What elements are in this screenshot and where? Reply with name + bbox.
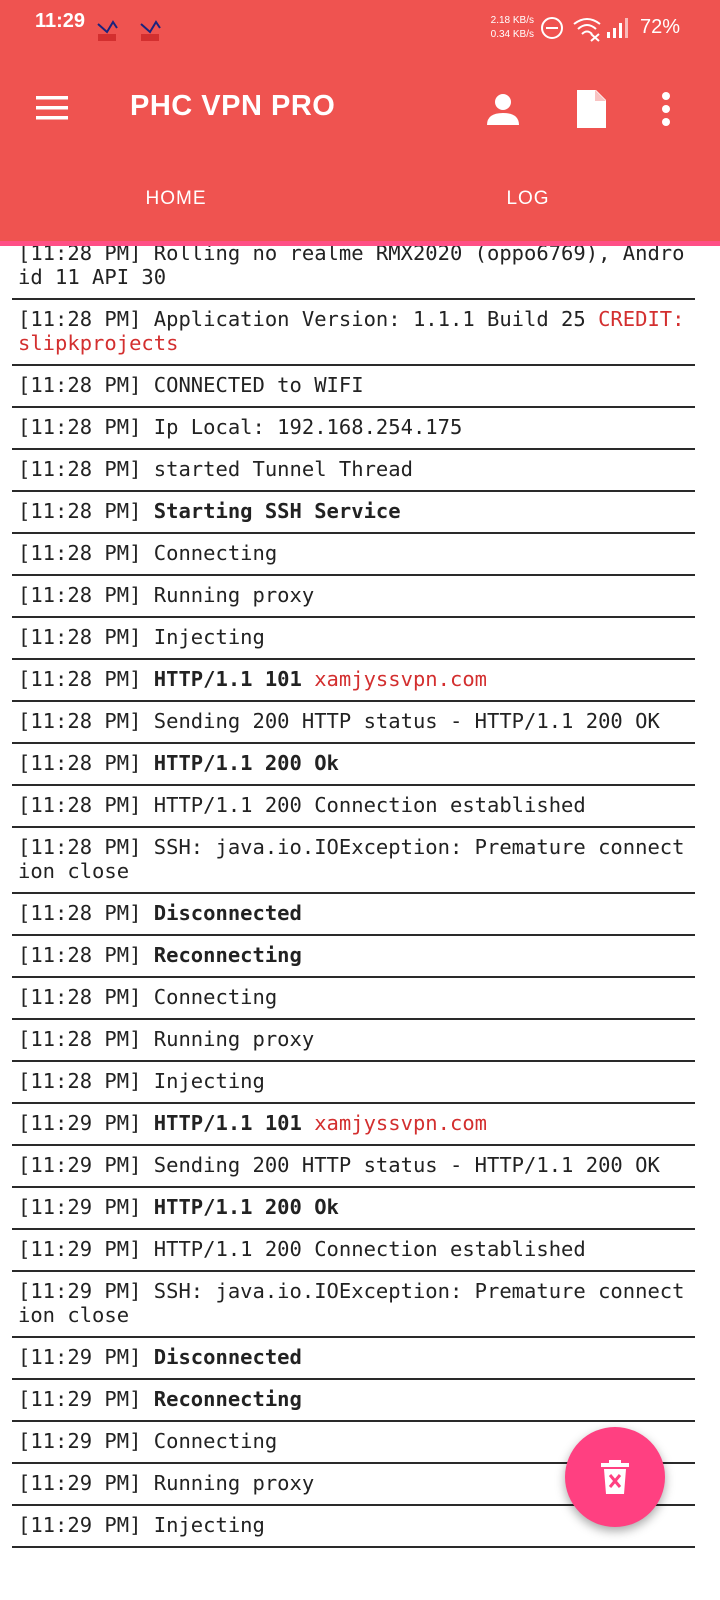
log-text: [11:29 PM] Running proxy: [18, 1471, 315, 1495]
log-text: [11:28 PM]: [18, 751, 154, 775]
more-vert-icon: [662, 92, 670, 126]
log-text: Disconnected: [153, 1345, 302, 1369]
log-text: [11:28 PM] Application Version: 1.1.1 Bu…: [18, 307, 599, 331]
log-entry: [11:28 PM] Injecting: [12, 618, 695, 660]
log-entry: [11:28 PM] Running proxy: [12, 1020, 695, 1062]
document-icon: [577, 90, 606, 128]
document-button[interactable]: [568, 86, 614, 132]
tab-home[interactable]: HOME: [76, 188, 276, 210]
log-text: [11:29 PM]: [18, 1387, 154, 1411]
network-speed: 2.18 KB/s 0.34 KB/s: [478, 14, 534, 42]
speed-down: 2.18 KB/s: [490, 15, 534, 26]
log-entry: [11:28 PM] started Tunnel Thread: [12, 450, 695, 492]
log-text: HTTP/1.1 101: [153, 667, 315, 691]
log-entry: [11:29 PM] SSH: java.io.IOException: Pre…: [12, 1272, 695, 1338]
log-entry: [11:28 PM] Disconnected: [12, 894, 695, 936]
tab-log[interactable]: LOG: [428, 188, 628, 210]
log-text: Disconnected: [153, 901, 302, 925]
app-title: PHC VPN PRO: [130, 90, 336, 122]
log-text: [11:28 PM] SSH: java.io.IOException: Pre…: [18, 835, 685, 883]
log-text: [11:29 PM]: [18, 1111, 154, 1135]
log-entry: [11:28 PM] HTTP/1.1 101 xamjyssvpn.com: [12, 660, 695, 702]
status-time: 11:29: [35, 10, 86, 32]
log-entry: [11:28 PM] Starting SSH Service: [12, 492, 695, 534]
log-text: [11:28 PM] started Tunnel Thread: [18, 457, 413, 481]
log-entry: [11:28 PM] Rolling no realme RMX2020 (op…: [12, 246, 695, 300]
log-text: [11:29 PM] Injecting: [18, 1513, 265, 1537]
log-text: [11:28 PM]: [18, 943, 154, 967]
log-entry: [11:29 PM] HTTP/1.1 200 Connection estab…: [12, 1230, 695, 1272]
log-entry: [11:29 PM] Disconnected: [12, 1338, 695, 1380]
log-list[interactable]: [11:28 PM] Rolling no realme RMX2020 (op…: [12, 246, 695, 1600]
account-icon: [487, 94, 519, 125]
log-entry: [11:28 PM] Injecting: [12, 1062, 695, 1104]
notification-icon: [140, 20, 161, 41]
log-text: Reconnecting: [153, 943, 302, 967]
log-text: [11:28 PM] Ip Local: 192.168.254.175: [18, 415, 463, 439]
log-entry: [11:28 PM] HTTP/1.1 200 Connection estab…: [12, 786, 695, 828]
log-entry: [11:28 PM] HTTP/1.1 200 Ok: [12, 744, 695, 786]
log-text: [11:28 PM] Injecting: [18, 625, 265, 649]
log-text: [11:28 PM] Connecting: [18, 541, 278, 565]
log-text: [11:28 PM] Rolling no realme RMX2020 (op…: [18, 246, 685, 289]
log-text: HTTP/1.1 200 Ok: [153, 1195, 339, 1219]
log-text: [11:29 PM] Sending 200 HTTP status - HTT…: [18, 1153, 660, 1177]
log-text: HTTP/1.1 200 Ok: [153, 751, 339, 775]
log-highlight: xamjyssvpn.com: [314, 667, 488, 691]
delete-icon: [601, 1460, 629, 1494]
log-text: HTTP/1.1 101: [153, 1111, 315, 1135]
app-bar: 11:29 2.18 KB/s 0.34 KB/s 72% PHC VPN PR…: [0, 0, 720, 246]
log-text: [11:28 PM] HTTP/1.1 200 Connection estab…: [18, 793, 586, 817]
signal-icon: [607, 18, 628, 38]
status-bar: 11:29 2.18 KB/s 0.34 KB/s 72%: [0, 0, 720, 56]
log-entry: [11:29 PM] Reconnecting: [12, 1380, 695, 1422]
log-text: [11:28 PM] CONNECTED to WIFI: [18, 373, 364, 397]
log-text: [11:29 PM] SSH: java.io.IOException: Pre…: [18, 1279, 685, 1327]
log-entry: [11:28 PM] Ip Local: 192.168.254.175: [12, 408, 695, 450]
log-text: [11:28 PM] Sending 200 HTTP status - HTT…: [18, 709, 660, 733]
log-text: [11:28 PM] Injecting: [18, 1069, 265, 1093]
log-entry: [11:28 PM] Connecting: [12, 534, 695, 576]
log-entries: [11:28 PM] Rolling no realme RMX2020 (op…: [12, 246, 695, 1548]
log-entry: [11:28 PM] Reconnecting: [12, 936, 695, 978]
notification-icon: [97, 20, 118, 41]
log-text: [11:29 PM]: [18, 1345, 154, 1369]
more-options-button[interactable]: [650, 86, 682, 132]
log-entry: [11:28 PM] Sending 200 HTTP status - HTT…: [12, 702, 695, 744]
log-text: [11:28 PM] Connecting: [18, 985, 278, 1009]
log-entry: [11:29 PM] Sending 200 HTTP status - HTT…: [12, 1146, 695, 1188]
log-text: [11:28 PM]: [18, 499, 154, 523]
log-text: Starting SSH Service: [153, 499, 401, 523]
log-entry: [11:28 PM] CONNECTED to WIFI: [12, 366, 695, 408]
log-entry: [11:28 PM] Application Version: 1.1.1 Bu…: [12, 300, 695, 366]
battery-level: 72%: [640, 16, 681, 38]
log-entry: [11:28 PM] Running proxy: [12, 576, 695, 618]
log-text: [11:28 PM]: [18, 901, 154, 925]
wifi-icon: [573, 18, 601, 42]
menu-button[interactable]: [30, 88, 74, 128]
log-entry: [11:28 PM] SSH: java.io.IOException: Pre…: [12, 828, 695, 894]
account-button[interactable]: [480, 86, 526, 132]
log-text: [11:28 PM] Running proxy: [18, 583, 315, 607]
log-text: [11:29 PM] Connecting: [18, 1429, 278, 1453]
log-entry: [11:28 PM] Connecting: [12, 978, 695, 1020]
speed-up: 0.34 KB/s: [490, 29, 534, 40]
log-highlight: xamjyssvpn.com: [314, 1111, 488, 1135]
log-entry: [11:29 PM] HTTP/1.1 200 Ok: [12, 1188, 695, 1230]
log-text: [11:28 PM]: [18, 667, 154, 691]
log-text: Reconnecting: [153, 1387, 302, 1411]
menu-icon: [36, 96, 68, 120]
log-text: [11:28 PM] Running proxy: [18, 1027, 315, 1051]
log-text: [11:29 PM] HTTP/1.1 200 Connection estab…: [18, 1237, 586, 1261]
dnd-icon: [541, 17, 563, 39]
log-entry: [11:29 PM] HTTP/1.1 101 xamjyssvpn.com: [12, 1104, 695, 1146]
log-text: [11:29 PM]: [18, 1195, 154, 1219]
clear-log-button[interactable]: [565, 1427, 665, 1527]
